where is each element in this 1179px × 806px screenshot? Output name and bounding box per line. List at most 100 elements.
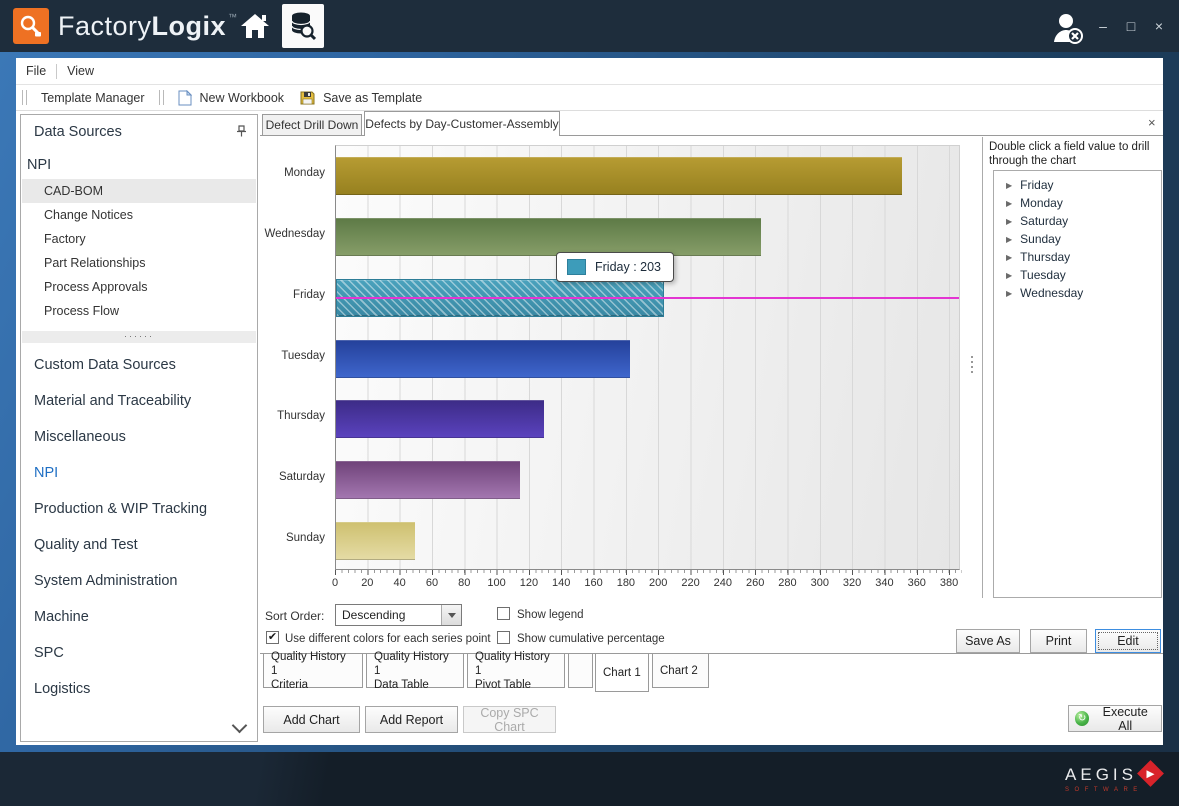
toolbar-grip[interactable] xyxy=(159,90,164,105)
sidebar-item-cad-bom[interactable]: CAD-BOM xyxy=(22,179,256,203)
sidebar-category-miscellaneous[interactable]: Miscellaneous xyxy=(22,419,256,455)
drill-field-label: Monday xyxy=(1020,196,1063,210)
new-document-icon xyxy=(178,90,192,106)
sort-order-select[interactable]: Descending xyxy=(335,604,462,626)
drill-field-sunday[interactable]: ▶ Sunday xyxy=(994,230,1161,248)
execute-refresh-icon: ↻ xyxy=(1075,711,1089,726)
aegis-brand-text: AEGIS xyxy=(1065,765,1137,785)
x-tick-label-320: 320 xyxy=(843,577,861,589)
bar-saturday[interactable] xyxy=(336,461,520,499)
menu-view[interactable]: View xyxy=(57,64,104,78)
maximize-button[interactable]: □ xyxy=(1123,18,1139,34)
toolbar-save-as-template[interactable]: Save as Template xyxy=(315,91,430,105)
x-tick-label-200: 200 xyxy=(649,577,667,589)
drill-field-monday[interactable]: ▶ Monday xyxy=(994,194,1161,212)
sidebar-category-system-administration[interactable]: System Administration xyxy=(22,563,256,599)
sidebar-category-production-wip-tracking[interactable]: Production & WIP Tracking xyxy=(22,491,256,527)
sidebar-item-process-flow[interactable]: Process Flow xyxy=(22,299,256,323)
tab-defects-by-day-customer-assembly[interactable]: Defects by Day-Customer-Assembly xyxy=(364,111,560,136)
sidebar-group-npi[interactable]: NPI xyxy=(27,157,51,173)
drill-field-label: Thursday xyxy=(1020,250,1070,264)
execute-all-button[interactable]: ↻ Execute All xyxy=(1068,705,1162,732)
drill-field-wednesday[interactable]: ▶Wednesday xyxy=(994,284,1161,302)
bar-sunday[interactable] xyxy=(336,522,415,560)
chevron-down-icon[interactable] xyxy=(232,718,248,734)
category-label-monday: Monday xyxy=(284,167,325,179)
print-button[interactable]: Print xyxy=(1030,629,1087,653)
aegis-logo: AEGIS SOFTWARE xyxy=(1065,765,1160,793)
category-label-wednesday: Wednesday xyxy=(264,228,325,240)
drill-field-label: Sunday xyxy=(1020,232,1061,246)
user-logout-icon[interactable] xyxy=(1048,12,1088,46)
aegis-tagline: SOFTWARE xyxy=(1065,787,1143,793)
aegis-diamond-icon xyxy=(1137,760,1164,787)
bar-monday[interactable] xyxy=(336,157,902,195)
plot-area xyxy=(335,145,960,570)
sidebar-category-npi[interactable]: NPI xyxy=(22,455,256,491)
data-explorer-icon[interactable] xyxy=(282,4,324,48)
bar-tuesday[interactable] xyxy=(336,340,630,378)
sidebar-item-part-relationships[interactable]: Part Relationships xyxy=(22,251,256,275)
sidebar-item-factory[interactable]: Factory xyxy=(22,227,256,251)
home-icon[interactable] xyxy=(236,10,274,42)
drill-field-saturday[interactable]: ▶Saturday xyxy=(994,212,1161,230)
sheet-tab-empty[interactable] xyxy=(568,654,593,688)
sheet-tab-quality-history-data-table[interactable]: Quality History 1Data Table xyxy=(366,654,464,688)
save-icon xyxy=(300,91,315,105)
add-report-button[interactable]: Add Report xyxy=(365,706,458,733)
pin-icon[interactable] xyxy=(236,124,247,142)
toolbar-grip[interactable] xyxy=(22,90,27,105)
sidebar-splitter-handle[interactable]: ······ xyxy=(22,331,256,343)
sidebar-item-process-approvals[interactable]: Process Approvals xyxy=(22,275,256,299)
show-legend-checkbox[interactable] xyxy=(497,607,510,620)
chevron-right-icon: ▶ xyxy=(1006,199,1012,208)
drill-field-tuesday[interactable]: ▶Tuesday xyxy=(994,266,1161,284)
drill-field-friday[interactable]: ▶Friday xyxy=(994,176,1161,194)
data-sources-panel: Data Sources NPI CAD-BOMChange NoticesFa… xyxy=(20,114,258,742)
tooltip-text: Friday : 203 xyxy=(595,260,661,274)
chevron-right-icon: ▶ xyxy=(1006,181,1012,190)
sidebar-category-machine[interactable]: Machine xyxy=(22,599,256,635)
toolbar: Template Manager New Workbook Save as Te… xyxy=(16,85,1163,111)
execute-all-label: Execute All xyxy=(1095,705,1155,733)
menubar: File View xyxy=(16,58,1163,85)
panel-splitter-handle[interactable] xyxy=(971,356,973,373)
sidebar-category-material-and-traceability[interactable]: Material and Traceability xyxy=(22,383,256,419)
drill-field-label: Tuesday xyxy=(1020,268,1066,282)
sidebar-category-custom-data-sources[interactable]: Custom Data Sources xyxy=(22,347,256,383)
sheet-tab-quality-history-criteria[interactable]: Quality History 1Criteria xyxy=(263,654,363,688)
different-colors-checkbox[interactable]: ✔ xyxy=(266,631,279,644)
chevron-right-icon: ▶ xyxy=(1006,235,1012,244)
close-tab-icon[interactable]: × xyxy=(1148,115,1156,130)
magnifier-document-glyph xyxy=(18,13,44,39)
add-chart-button[interactable]: Add Chart xyxy=(263,706,360,733)
sidebar-category-logistics[interactable]: Logistics xyxy=(22,671,256,707)
menu-file[interactable]: File xyxy=(16,64,56,78)
tab-defect-drill-down[interactable]: Defect Drill Down xyxy=(262,114,362,135)
sheet-tab-quality-history-pivot-table[interactable]: Quality History 1Pivot Table xyxy=(467,654,565,688)
x-tick-label-260: 260 xyxy=(746,577,764,589)
toolbar-new-workbook[interactable]: New Workbook xyxy=(192,91,293,105)
bar-wednesday[interactable] xyxy=(336,218,761,256)
cumulative-percentage-checkbox[interactable] xyxy=(497,631,510,644)
bar-thursday[interactable] xyxy=(336,400,544,438)
minimize-button[interactable]: – xyxy=(1095,18,1111,34)
save-as-button[interactable]: Save As xyxy=(956,629,1020,653)
sidebar-item-change-notices[interactable]: Change Notices xyxy=(22,203,256,227)
sidebar-category-quality-and-test[interactable]: Quality and Test xyxy=(22,527,256,563)
sidebar-category-spc[interactable]: SPC xyxy=(22,635,256,671)
x-tick-label-280: 280 xyxy=(778,577,796,589)
dropdown-arrow-icon[interactable] xyxy=(441,605,461,625)
chevron-right-icon: ▶ xyxy=(1006,217,1012,226)
sheet-tab-line1: Quality History 1 xyxy=(374,650,456,678)
x-tick-label-40: 40 xyxy=(394,577,406,589)
sheet-tab-chart-2[interactable]: Chart 2 xyxy=(652,654,709,688)
x-tick-label-160: 160 xyxy=(584,577,602,589)
close-button[interactable]: × xyxy=(1151,18,1167,34)
category-label-saturday: Saturday xyxy=(279,471,325,483)
drill-field-thursday[interactable]: ▶Thursday xyxy=(994,248,1161,266)
sheet-tab-chart-1[interactable]: Chart 1 xyxy=(595,654,649,692)
x-tick-label-180: 180 xyxy=(617,577,635,589)
toolbar-template-manager[interactable]: Template Manager xyxy=(33,91,153,105)
edit-button[interactable]: Edit xyxy=(1095,629,1161,653)
